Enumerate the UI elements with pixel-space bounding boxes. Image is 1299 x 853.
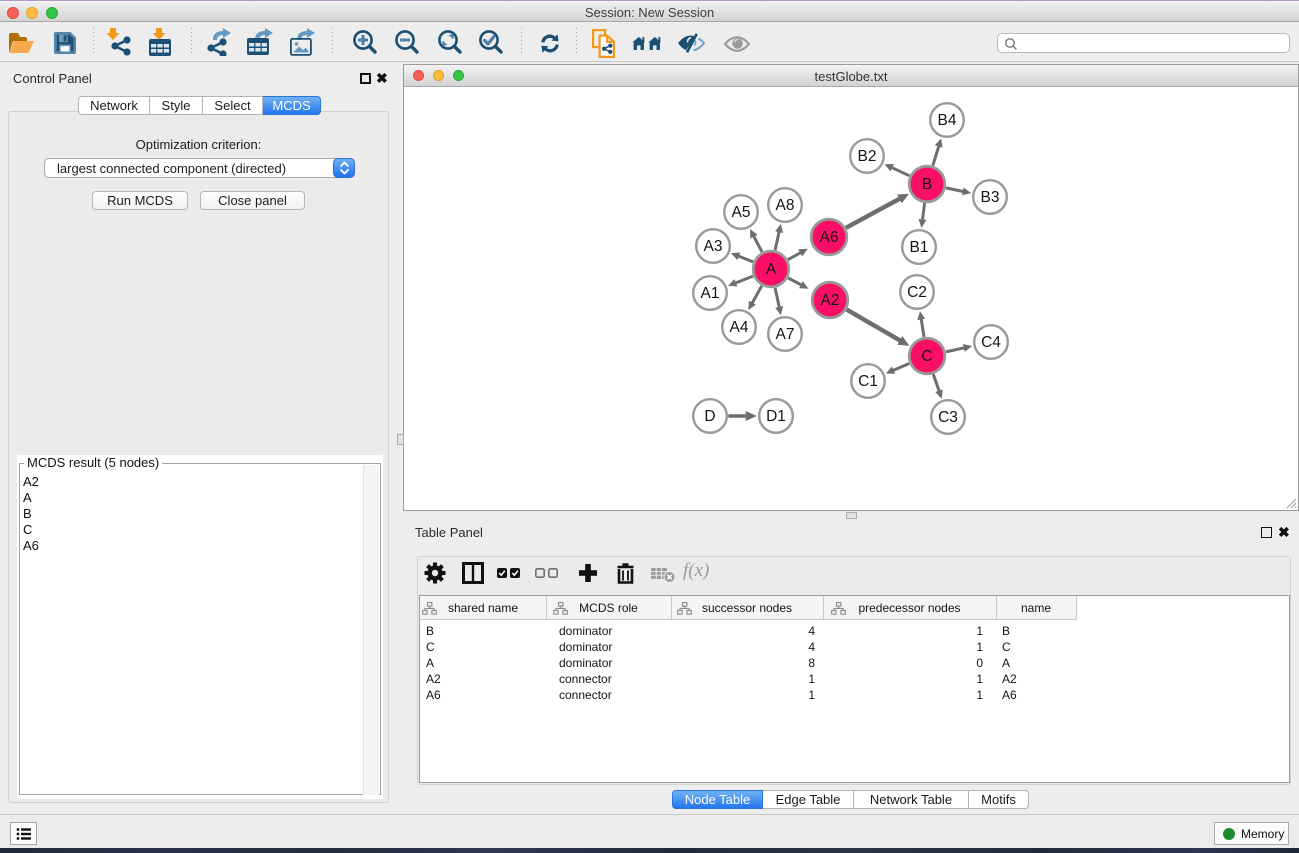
svg-text:A3: A3 bbox=[704, 238, 723, 255]
svg-text:B3: B3 bbox=[981, 189, 1000, 206]
svg-text:A8: A8 bbox=[776, 197, 795, 214]
svg-text:B: B bbox=[922, 176, 932, 193]
svg-text:C3: C3 bbox=[938, 409, 958, 426]
svg-text:A7: A7 bbox=[776, 326, 795, 343]
svg-text:A5: A5 bbox=[732, 204, 751, 221]
svg-text:C4: C4 bbox=[981, 334, 1001, 351]
svg-text:A2: A2 bbox=[821, 292, 840, 309]
svg-text:A1: A1 bbox=[701, 285, 720, 302]
svg-text:D: D bbox=[704, 408, 715, 425]
svg-text:A6: A6 bbox=[820, 229, 839, 246]
svg-text:C2: C2 bbox=[907, 284, 927, 301]
svg-text:B4: B4 bbox=[938, 112, 957, 129]
svg-text:B2: B2 bbox=[858, 148, 877, 165]
svg-text:D1: D1 bbox=[766, 408, 786, 425]
svg-text:C1: C1 bbox=[858, 373, 878, 390]
svg-text:B1: B1 bbox=[910, 239, 929, 256]
svg-text:C: C bbox=[921, 348, 932, 365]
svg-text:A: A bbox=[766, 261, 777, 278]
svg-text:A4: A4 bbox=[730, 319, 749, 336]
